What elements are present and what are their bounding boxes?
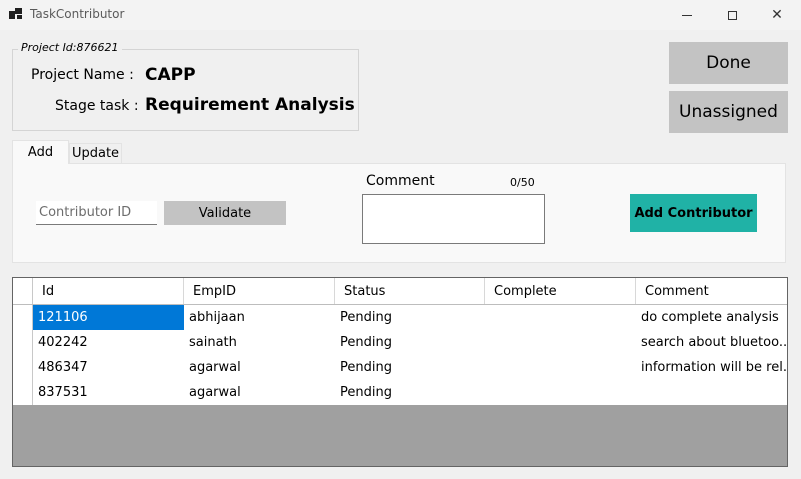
cell-comment[interactable]: search about bluetoo... [636, 330, 787, 355]
app-icon [9, 8, 22, 21]
table-row[interactable]: 486347 agarwal Pending information will … [33, 355, 787, 380]
grid-header: Id EmpID Status Complete Comment [13, 278, 787, 305]
col-header-status[interactable]: Status [335, 278, 485, 304]
cell-status[interactable]: Pending [335, 355, 485, 380]
cell-empid[interactable]: abhijaan [184, 305, 335, 330]
minimize-button[interactable] [664, 0, 710, 30]
cell-empid[interactable]: agarwal [184, 380, 335, 405]
col-header-id[interactable]: Id [33, 278, 184, 304]
cell-complete[interactable] [485, 380, 636, 405]
close-button[interactable]: ✕ [754, 0, 800, 30]
validate-button[interactable]: Validate [164, 201, 286, 225]
table-row[interactable]: 837531 agarwal Pending [33, 380, 787, 405]
table-row[interactable]: 402242 sainath Pending search about blue… [33, 330, 787, 355]
close-icon: ✕ [771, 7, 783, 23]
cell-id[interactable]: 486347 [33, 355, 184, 380]
cell-id[interactable]: 121106 [33, 305, 184, 330]
row-headers[interactable] [13, 305, 33, 405]
table-row[interactable]: 121106 abhijaan Pending do complete anal… [33, 305, 787, 330]
cell-complete[interactable] [485, 355, 636, 380]
cell-empid[interactable]: sainath [184, 330, 335, 355]
done-button[interactable]: Done [669, 42, 788, 84]
cell-comment[interactable]: information will be rel... [636, 355, 787, 380]
minimize-icon [682, 14, 692, 16]
cell-comment[interactable] [636, 380, 787, 405]
stage-task-label: Stage task : [55, 98, 139, 114]
tab-add[interactable]: Add [12, 140, 69, 164]
add-contributor-button[interactable]: Add Contributor [630, 194, 757, 232]
cell-empid[interactable]: agarwal [184, 355, 335, 380]
tab-update[interactable]: Update [69, 143, 122, 163]
project-groupbox [12, 49, 359, 131]
cell-status[interactable]: Pending [335, 380, 485, 405]
title-bar: TaskContributor ✕ [0, 0, 801, 30]
contributor-id-input[interactable]: Contributor ID [36, 201, 157, 225]
grid-corner-cell[interactable] [13, 278, 33, 304]
cell-id[interactable]: 402242 [33, 330, 184, 355]
contributors-grid[interactable]: Id EmpID Status Complete Comment 121106 … [12, 277, 788, 467]
cell-status[interactable]: Pending [335, 305, 485, 330]
cell-status[interactable]: Pending [335, 330, 485, 355]
project-name-label: Project Name : [31, 67, 134, 83]
maximize-button[interactable] [709, 0, 755, 30]
project-id-legend: Project Id:876621 [18, 41, 122, 54]
window-title: TaskContributor [30, 7, 125, 21]
col-header-comment[interactable]: Comment [636, 278, 787, 304]
comment-label: Comment [366, 173, 435, 189]
comment-char-count: 0/50 [510, 176, 535, 189]
cell-id[interactable]: 837531 [33, 380, 184, 405]
col-header-empid[interactable]: EmpID [184, 278, 335, 304]
col-header-complete[interactable]: Complete [485, 278, 636, 304]
project-name-value: CAPP [145, 65, 196, 85]
unassigned-button[interactable]: Unassigned [669, 91, 788, 133]
cell-complete[interactable] [485, 330, 636, 355]
cell-comment[interactable]: do complete analysis [636, 305, 787, 330]
maximize-icon [727, 10, 737, 20]
cell-complete[interactable] [485, 305, 636, 330]
comment-textarea[interactable] [362, 194, 545, 244]
stage-task-value: Requirement Analysis [145, 95, 355, 115]
